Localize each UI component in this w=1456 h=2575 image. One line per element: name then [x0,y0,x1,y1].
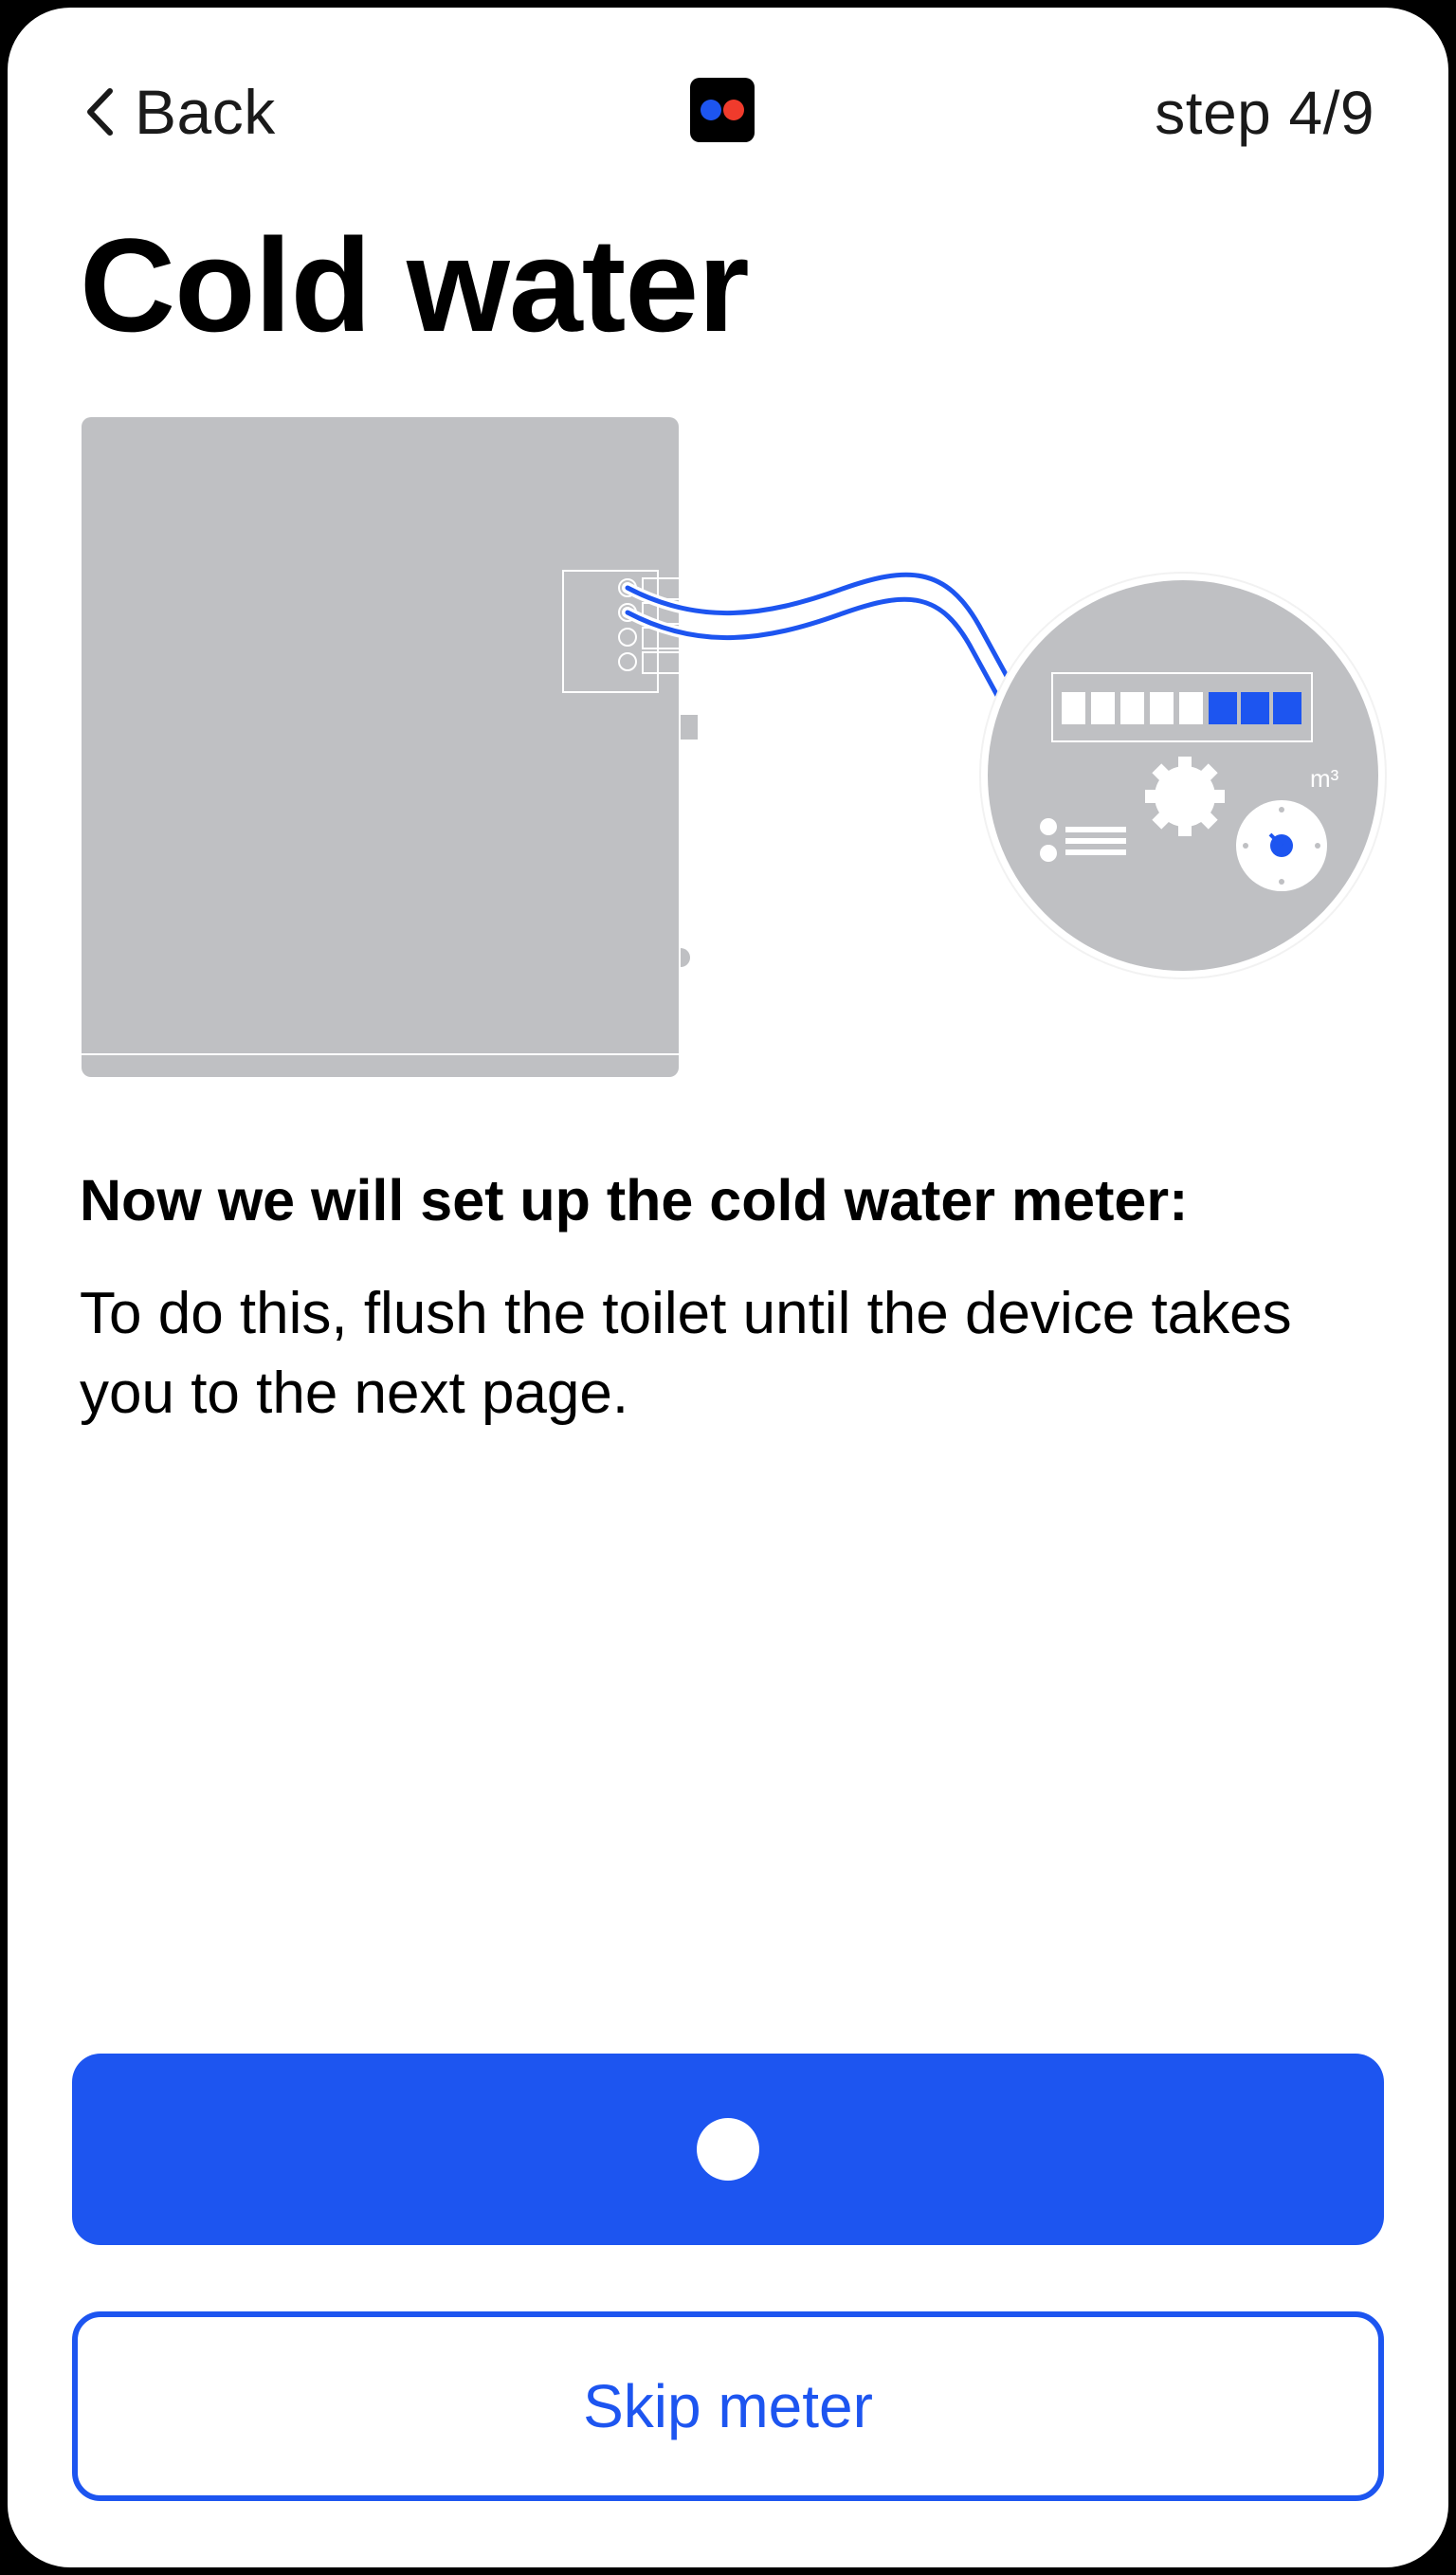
continue-button-loading[interactable] [72,2054,1384,2245]
meter-indicator [1040,818,1057,835]
back-button[interactable]: Back [85,74,276,150]
instruction-heading: Now we will set up the cold water meter: [80,1168,1189,1233]
page-title: Cold water [80,210,750,359]
loading-dot-icon [697,2118,759,2181]
device-side-knob [681,948,690,967]
app-screen: Back step 4/9 Cold water m³ Now we will … [8,8,1448,2567]
skip-meter-button[interactable]: Skip meter [72,2311,1384,2501]
meter-indicator [1040,845,1057,862]
meter-unit-label: m³ [1310,764,1339,793]
logo-blue-dot [701,100,721,120]
logo-red-dot [723,100,744,120]
instruction-text: To do this, flush the toilet until the d… [80,1281,1292,1426]
cable [622,569,1018,717]
back-label: Back [135,77,276,147]
device-side-port [681,715,698,740]
app-logo [690,78,755,142]
device-box [82,417,679,1077]
chevron-left-icon [87,88,113,136]
step-indicator: step 4/9 [1155,79,1374,147]
device-meter-illustration: m³ [82,417,1387,1077]
top-bar: Back step 4/9 [8,64,1448,159]
meter-star-wheel [1145,757,1225,836]
